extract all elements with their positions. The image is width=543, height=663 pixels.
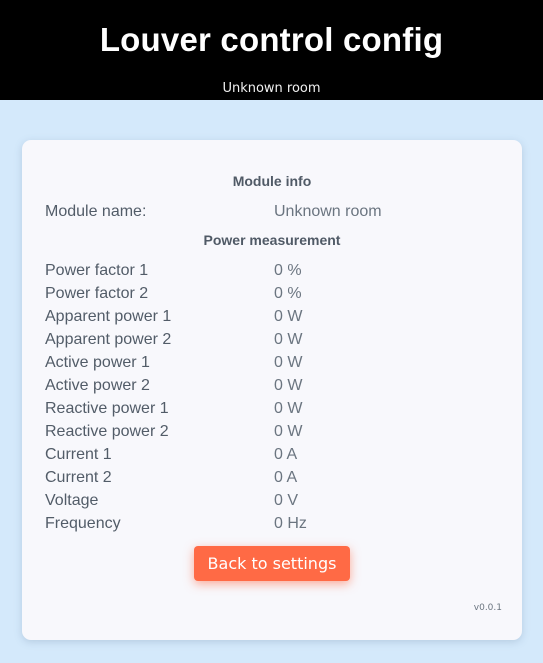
room-subtitle: Unknown room: [222, 81, 321, 96]
measurement-row-power-factor-2: Power factor 2 0 %: [45, 284, 505, 307]
measurement-value: 0 W: [274, 354, 303, 371]
measurement-label: Current 1: [45, 446, 112, 463]
measurement-label: Apparent power 2: [45, 331, 172, 348]
measurement-value: 0 %: [274, 262, 302, 279]
measurement-label: Current 2: [45, 469, 112, 486]
back-to-settings-button[interactable]: Back to settings: [194, 546, 350, 581]
module-name-label: Module name:: [45, 203, 147, 220]
measurement-row-current-1: Current 1 0 A: [45, 445, 505, 468]
measurement-row-reactive-power-2: Reactive power 2 0 W: [45, 422, 505, 445]
measurement-row-frequency: Frequency 0 Hz: [45, 514, 505, 537]
measurement-row-reactive-power-1: Reactive power 1 0 W: [45, 399, 505, 422]
measurement-value: 0 W: [274, 377, 303, 394]
measurement-label: Voltage: [45, 492, 99, 509]
measurement-label: Frequency: [45, 515, 121, 532]
module-name-value: Unknown room: [274, 203, 382, 220]
measurement-value: 0 A: [274, 469, 298, 486]
measurement-row-active-power-1: Active power 1 0 W: [45, 353, 505, 376]
measurement-value: 0 W: [274, 423, 303, 440]
measurement-row-apparent-power-2: Apparent power 2 0 W: [45, 330, 505, 353]
module-info-heading: Module info: [232, 173, 312, 189]
measurement-label: Power factor 1: [45, 262, 149, 279]
measurement-value: 0 V: [274, 492, 299, 509]
measurement-label: Apparent power 1: [45, 308, 172, 325]
measurement-label: Power factor 2: [45, 285, 149, 302]
page-title: Louver control config: [99, 21, 444, 58]
measurement-label: Reactive power 1: [45, 400, 169, 417]
measurement-row-current-2: Current 2 0 A: [45, 468, 505, 491]
measurement-value: 0 W: [274, 331, 303, 348]
measurement-value: 0 A: [274, 446, 298, 463]
measurement-value: 0 W: [274, 400, 303, 417]
measurement-row-active-power-2: Active power 2 0 W: [45, 376, 505, 399]
measurement-value: 0 Hz: [274, 515, 307, 532]
measurement-value: 0 W: [274, 308, 303, 325]
version-label: v0.0.1: [473, 603, 502, 613]
measurement-label: Active power 2: [45, 377, 150, 394]
measurement-row-voltage: Voltage 0 V: [45, 491, 505, 514]
measurement-value: 0 %: [274, 285, 302, 302]
power-measurement-heading: Power measurement: [203, 232, 341, 248]
measurement-label: Active power 1: [45, 354, 150, 371]
measurement-row-apparent-power-1: Apparent power 1 0 W: [45, 307, 505, 330]
measurement-row-power-factor-1: Power factor 1 0 %: [45, 261, 505, 284]
measurement-label: Reactive power 2: [45, 423, 169, 440]
page-header: Louver control config Unknown room: [0, 0, 543, 100]
info-card: Module info Module name: Unknown room Po…: [22, 140, 522, 640]
